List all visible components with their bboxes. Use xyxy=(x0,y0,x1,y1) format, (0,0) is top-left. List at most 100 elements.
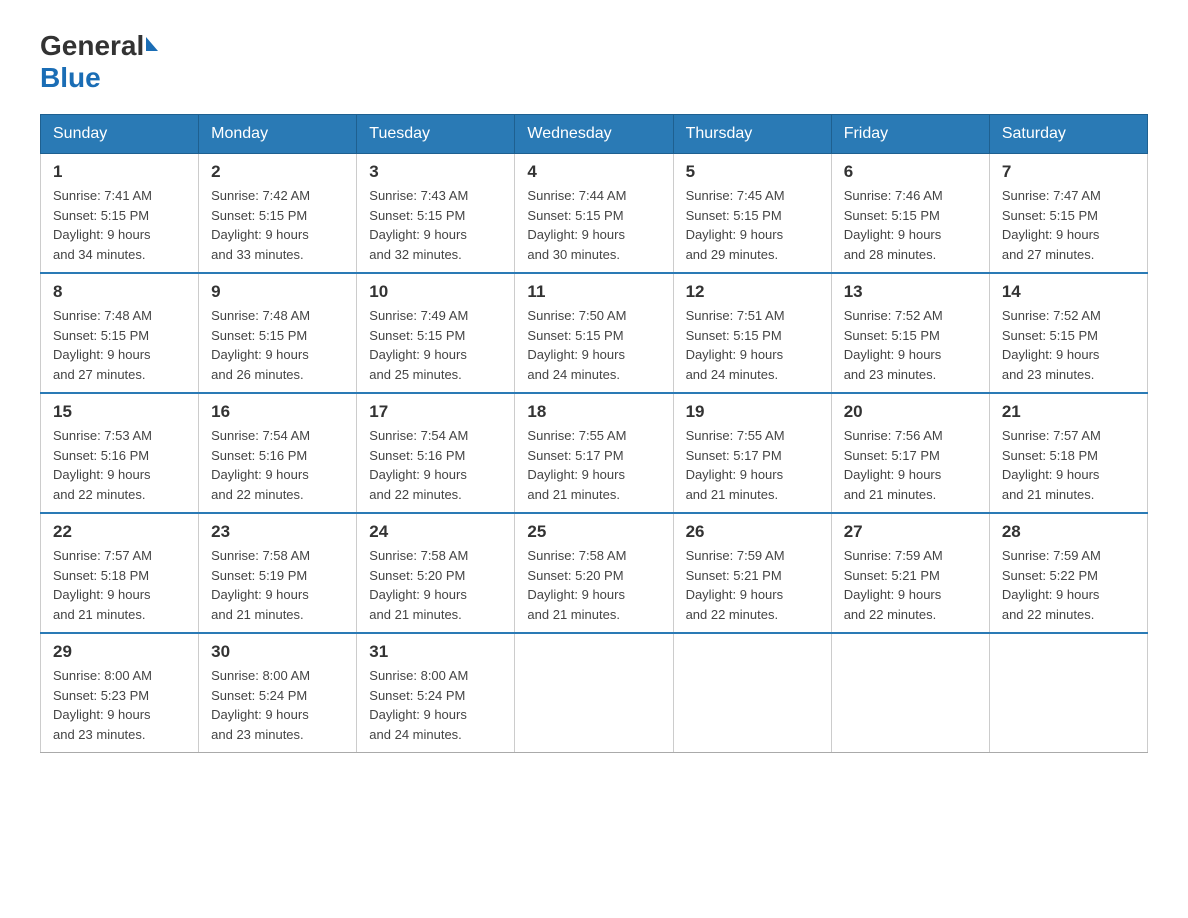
day-number: 16 xyxy=(211,402,344,422)
day-info: Sunrise: 7:59 AM Sunset: 5:22 PM Dayligh… xyxy=(1002,546,1135,624)
calendar-cell: 27 Sunrise: 7:59 AM Sunset: 5:21 PM Dayl… xyxy=(831,513,989,633)
calendar-cell xyxy=(989,633,1147,753)
day-number: 28 xyxy=(1002,522,1135,542)
day-number: 10 xyxy=(369,282,502,302)
day-number: 18 xyxy=(527,402,660,422)
header-friday: Friday xyxy=(831,115,989,154)
day-info: Sunrise: 7:46 AM Sunset: 5:15 PM Dayligh… xyxy=(844,186,977,264)
calendar-cell: 9 Sunrise: 7:48 AM Sunset: 5:15 PM Dayli… xyxy=(199,273,357,393)
day-info: Sunrise: 7:44 AM Sunset: 5:15 PM Dayligh… xyxy=(527,186,660,264)
calendar-cell: 7 Sunrise: 7:47 AM Sunset: 5:15 PM Dayli… xyxy=(989,154,1147,274)
calendar-cell: 16 Sunrise: 7:54 AM Sunset: 5:16 PM Dayl… xyxy=(199,393,357,513)
day-number: 26 xyxy=(686,522,819,542)
calendar-cell: 8 Sunrise: 7:48 AM Sunset: 5:15 PM Dayli… xyxy=(41,273,199,393)
day-number: 27 xyxy=(844,522,977,542)
calendar-cell: 10 Sunrise: 7:49 AM Sunset: 5:15 PM Dayl… xyxy=(357,273,515,393)
calendar-header-row: SundayMondayTuesdayWednesdayThursdayFrid… xyxy=(41,115,1148,154)
day-info: Sunrise: 7:52 AM Sunset: 5:15 PM Dayligh… xyxy=(844,306,977,384)
page-header: General Blue xyxy=(40,30,1148,94)
day-info: Sunrise: 8:00 AM Sunset: 5:24 PM Dayligh… xyxy=(211,666,344,744)
day-info: Sunrise: 8:00 AM Sunset: 5:23 PM Dayligh… xyxy=(53,666,186,744)
logo: General Blue xyxy=(40,30,158,94)
calendar-cell xyxy=(515,633,673,753)
logo-triangle-icon xyxy=(146,37,158,51)
calendar-cell: 25 Sunrise: 7:58 AM Sunset: 5:20 PM Dayl… xyxy=(515,513,673,633)
day-info: Sunrise: 7:49 AM Sunset: 5:15 PM Dayligh… xyxy=(369,306,502,384)
day-number: 1 xyxy=(53,162,186,182)
day-number: 5 xyxy=(686,162,819,182)
day-number: 2 xyxy=(211,162,344,182)
day-info: Sunrise: 7:57 AM Sunset: 5:18 PM Dayligh… xyxy=(1002,426,1135,504)
day-number: 4 xyxy=(527,162,660,182)
calendar-week-row: 1 Sunrise: 7:41 AM Sunset: 5:15 PM Dayli… xyxy=(41,154,1148,274)
day-number: 24 xyxy=(369,522,502,542)
calendar-cell: 24 Sunrise: 7:58 AM Sunset: 5:20 PM Dayl… xyxy=(357,513,515,633)
day-number: 17 xyxy=(369,402,502,422)
day-number: 15 xyxy=(53,402,186,422)
calendar-cell: 29 Sunrise: 8:00 AM Sunset: 5:23 PM Dayl… xyxy=(41,633,199,753)
header-tuesday: Tuesday xyxy=(357,115,515,154)
day-number: 25 xyxy=(527,522,660,542)
calendar-cell: 5 Sunrise: 7:45 AM Sunset: 5:15 PM Dayli… xyxy=(673,154,831,274)
day-info: Sunrise: 8:00 AM Sunset: 5:24 PM Dayligh… xyxy=(369,666,502,744)
day-info: Sunrise: 7:52 AM Sunset: 5:15 PM Dayligh… xyxy=(1002,306,1135,384)
day-number: 21 xyxy=(1002,402,1135,422)
logo-general-text: General xyxy=(40,30,144,62)
calendar-cell: 2 Sunrise: 7:42 AM Sunset: 5:15 PM Dayli… xyxy=(199,154,357,274)
day-number: 12 xyxy=(686,282,819,302)
calendar-week-row: 15 Sunrise: 7:53 AM Sunset: 5:16 PM Dayl… xyxy=(41,393,1148,513)
day-info: Sunrise: 7:41 AM Sunset: 5:15 PM Dayligh… xyxy=(53,186,186,264)
calendar-cell: 11 Sunrise: 7:50 AM Sunset: 5:15 PM Dayl… xyxy=(515,273,673,393)
calendar-cell: 19 Sunrise: 7:55 AM Sunset: 5:17 PM Dayl… xyxy=(673,393,831,513)
day-info: Sunrise: 7:56 AM Sunset: 5:17 PM Dayligh… xyxy=(844,426,977,504)
calendar-cell: 31 Sunrise: 8:00 AM Sunset: 5:24 PM Dayl… xyxy=(357,633,515,753)
calendar-cell: 28 Sunrise: 7:59 AM Sunset: 5:22 PM Dayl… xyxy=(989,513,1147,633)
header-sunday: Sunday xyxy=(41,115,199,154)
day-number: 22 xyxy=(53,522,186,542)
day-info: Sunrise: 7:58 AM Sunset: 5:20 PM Dayligh… xyxy=(369,546,502,624)
day-info: Sunrise: 7:58 AM Sunset: 5:20 PM Dayligh… xyxy=(527,546,660,624)
day-number: 13 xyxy=(844,282,977,302)
logo-blue-text: Blue xyxy=(40,62,101,94)
day-info: Sunrise: 7:43 AM Sunset: 5:15 PM Dayligh… xyxy=(369,186,502,264)
day-number: 14 xyxy=(1002,282,1135,302)
day-number: 30 xyxy=(211,642,344,662)
day-info: Sunrise: 7:53 AM Sunset: 5:16 PM Dayligh… xyxy=(53,426,186,504)
calendar-cell: 1 Sunrise: 7:41 AM Sunset: 5:15 PM Dayli… xyxy=(41,154,199,274)
day-info: Sunrise: 7:59 AM Sunset: 5:21 PM Dayligh… xyxy=(844,546,977,624)
calendar-cell: 15 Sunrise: 7:53 AM Sunset: 5:16 PM Dayl… xyxy=(41,393,199,513)
day-number: 31 xyxy=(369,642,502,662)
day-number: 7 xyxy=(1002,162,1135,182)
day-number: 20 xyxy=(844,402,977,422)
calendar-cell: 22 Sunrise: 7:57 AM Sunset: 5:18 PM Dayl… xyxy=(41,513,199,633)
day-number: 3 xyxy=(369,162,502,182)
day-number: 8 xyxy=(53,282,186,302)
calendar-cell: 13 Sunrise: 7:52 AM Sunset: 5:15 PM Dayl… xyxy=(831,273,989,393)
day-info: Sunrise: 7:55 AM Sunset: 5:17 PM Dayligh… xyxy=(527,426,660,504)
day-info: Sunrise: 7:54 AM Sunset: 5:16 PM Dayligh… xyxy=(369,426,502,504)
day-number: 6 xyxy=(844,162,977,182)
day-info: Sunrise: 7:55 AM Sunset: 5:17 PM Dayligh… xyxy=(686,426,819,504)
header-thursday: Thursday xyxy=(673,115,831,154)
day-info: Sunrise: 7:47 AM Sunset: 5:15 PM Dayligh… xyxy=(1002,186,1135,264)
logo-general: General xyxy=(40,30,158,62)
calendar-cell: 23 Sunrise: 7:58 AM Sunset: 5:19 PM Dayl… xyxy=(199,513,357,633)
calendar-cell: 14 Sunrise: 7:52 AM Sunset: 5:15 PM Dayl… xyxy=(989,273,1147,393)
day-number: 29 xyxy=(53,642,186,662)
day-info: Sunrise: 7:51 AM Sunset: 5:15 PM Dayligh… xyxy=(686,306,819,384)
calendar-cell xyxy=(673,633,831,753)
day-info: Sunrise: 7:48 AM Sunset: 5:15 PM Dayligh… xyxy=(53,306,186,384)
calendar-cell: 3 Sunrise: 7:43 AM Sunset: 5:15 PM Dayli… xyxy=(357,154,515,274)
calendar-cell: 20 Sunrise: 7:56 AM Sunset: 5:17 PM Dayl… xyxy=(831,393,989,513)
calendar-cell xyxy=(831,633,989,753)
day-info: Sunrise: 7:54 AM Sunset: 5:16 PM Dayligh… xyxy=(211,426,344,504)
calendar-cell: 4 Sunrise: 7:44 AM Sunset: 5:15 PM Dayli… xyxy=(515,154,673,274)
header-wednesday: Wednesday xyxy=(515,115,673,154)
day-info: Sunrise: 7:59 AM Sunset: 5:21 PM Dayligh… xyxy=(686,546,819,624)
calendar-cell: 17 Sunrise: 7:54 AM Sunset: 5:16 PM Dayl… xyxy=(357,393,515,513)
calendar-week-row: 8 Sunrise: 7:48 AM Sunset: 5:15 PM Dayli… xyxy=(41,273,1148,393)
header-saturday: Saturday xyxy=(989,115,1147,154)
calendar-cell: 21 Sunrise: 7:57 AM Sunset: 5:18 PM Dayl… xyxy=(989,393,1147,513)
header-monday: Monday xyxy=(199,115,357,154)
day-number: 9 xyxy=(211,282,344,302)
